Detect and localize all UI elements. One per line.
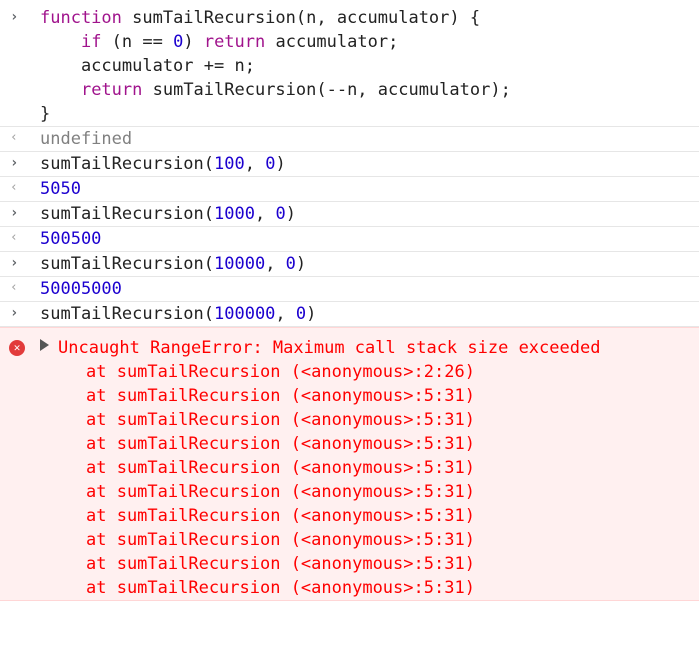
return-arrow-icon: ‹ [10, 180, 18, 195]
stack-frame: at sumTailRecursion (<anonymous>:5:31) [86, 458, 475, 478]
output-value: undefined [40, 127, 699, 151]
code-token: , [244, 154, 266, 174]
console-output-entry[interactable]: ‹ undefined [0, 127, 699, 152]
code-token: ) [285, 204, 296, 224]
code-token: ) [183, 32, 204, 52]
code-token: 0 [295, 304, 307, 324]
code-line: sumTailRecursion(10000, 0) [40, 252, 699, 276]
stack-frame: at sumTailRecursion (<anonymous>:5:31) [86, 482, 475, 502]
code-token: sumTailRecursion( [40, 154, 214, 174]
code-token: , [265, 254, 286, 274]
code-line: accumulator += n; [40, 54, 699, 78]
code-token: return [80, 80, 143, 100]
code-token: 0 [265, 154, 276, 174]
code-token: 100000 [214, 304, 276, 324]
code-line: sumTailRecursion(100, 0) [40, 152, 699, 176]
chevron-right-icon: › [10, 155, 19, 171]
console-input-entry[interactable]: › sumTailRecursion(100, 0) [0, 152, 699, 177]
code-line: return sumTailRecursion(--n, accumulator… [40, 78, 699, 102]
return-arrow-icon: ‹ [10, 230, 18, 245]
code-token: sumTailRecursion( [40, 304, 214, 324]
input-code: sumTailRecursion(100000, 0) [40, 302, 699, 326]
code-token: 100 [214, 154, 245, 174]
code-token: 5050 [40, 179, 81, 199]
output-value: 5050 [40, 177, 699, 201]
code-token: } [40, 104, 51, 124]
code-line: sumTailRecursion(100000, 0) [40, 302, 699, 326]
code-token: , [254, 204, 276, 224]
code-token: 0 [285, 254, 296, 274]
code-token: if [80, 32, 102, 52]
code-line: 500500 [40, 227, 699, 251]
output-value: 50005000 [40, 277, 699, 301]
code-token: 500500 [40, 229, 102, 249]
code-token: , [275, 304, 296, 324]
input-code: function sumTailRecursion(n, accumulator… [40, 6, 699, 126]
expand-triangle-icon[interactable] [40, 339, 49, 351]
error-circle-icon: ✕ [9, 340, 25, 356]
chevron-right-icon: › [10, 9, 19, 25]
code-token: 10000 [214, 254, 266, 274]
chevron-right-icon: › [10, 255, 19, 271]
error-message: ✕ Uncaught RangeError: Maximum call stac… [0, 327, 699, 601]
console-output-entry[interactable]: ‹ 500500 [0, 227, 699, 252]
code-token: 0 [275, 204, 286, 224]
console-panel: › function sumTailRecursion(n, accumulato… [0, 0, 699, 658]
code-token: 1000 [214, 204, 255, 224]
code-line: function sumTailRecursion(n, accumulator… [40, 6, 699, 30]
code-line: 50005000 [40, 277, 699, 301]
stack-frame: at sumTailRecursion (<anonymous>:2:26) [86, 362, 475, 382]
stack-frame: at sumTailRecursion (<anonymous>:5:31) [86, 554, 475, 574]
code-token: accumulator; [265, 32, 399, 52]
code-line: if (n == 0) return accumulator; [40, 30, 699, 54]
chevron-right-icon: › [10, 205, 19, 221]
code-token: accumulator += n; [40, 56, 255, 76]
code-token: sumTailRecursion( [40, 254, 214, 274]
input-code: sumTailRecursion(100, 0) [40, 152, 699, 176]
input-code: sumTailRecursion(1000, 0) [40, 202, 699, 226]
code-token: function [40, 8, 122, 28]
code-token: (n == [101, 32, 174, 52]
code-token: sumTailRecursion( [40, 204, 214, 224]
code-token: ) [306, 304, 317, 324]
return-arrow-icon: ‹ [10, 130, 18, 145]
stack-frame: at sumTailRecursion (<anonymous>:5:31) [86, 434, 475, 454]
console-entries: › function sumTailRecursion(n, accumulato… [0, 0, 699, 327]
code-token: sumTailRecursion(--n, accumulator); [142, 80, 511, 100]
code-token: 0 [173, 32, 184, 52]
code-token: 50005000 [40, 279, 122, 299]
code-token: ) [295, 254, 307, 274]
chevron-right-icon: › [10, 305, 19, 321]
output-value: 500500 [40, 227, 699, 251]
code-line: sumTailRecursion(1000, 0) [40, 202, 699, 226]
console-input-entry[interactable]: › sumTailRecursion(10000, 0) [0, 252, 699, 277]
code-line: 5050 [40, 177, 699, 201]
stack-frame: at sumTailRecursion (<anonymous>:5:31) [86, 410, 475, 430]
stack-trace: at sumTailRecursion (<anonymous>:2:26) at… [0, 360, 699, 600]
console-input-entry[interactable]: › function sumTailRecursion(n, accumulato… [0, 0, 699, 127]
return-arrow-icon: ‹ [10, 280, 18, 295]
code-token: undefined [40, 129, 133, 149]
stack-frame: at sumTailRecursion (<anonymous>:5:31) [86, 386, 475, 406]
stack-frame: at sumTailRecursion (<anonymous>:5:31) [86, 506, 475, 526]
input-code: sumTailRecursion(10000, 0) [40, 252, 699, 276]
code-line: } [40, 102, 699, 126]
code-token: ) [275, 154, 286, 174]
console-output-entry[interactable]: ‹ 5050 [0, 177, 699, 202]
console-output-entry[interactable]: ‹ 50005000 [0, 277, 699, 302]
console-input-entry[interactable]: › sumTailRecursion(1000, 0) [0, 202, 699, 227]
code-line: undefined [40, 127, 699, 151]
code-token: return [203, 32, 266, 52]
stack-frame: at sumTailRecursion (<anonymous>:5:31) [86, 530, 475, 550]
error-text[interactable]: Uncaught RangeError: Maximum call stack … [58, 336, 699, 360]
console-input-entry[interactable]: › sumTailRecursion(100000, 0) [0, 302, 699, 327]
stack-frame: at sumTailRecursion (<anonymous>:5:31) [86, 578, 475, 598]
code-token: sumTailRecursion(n, accumulator) { [121, 8, 481, 28]
